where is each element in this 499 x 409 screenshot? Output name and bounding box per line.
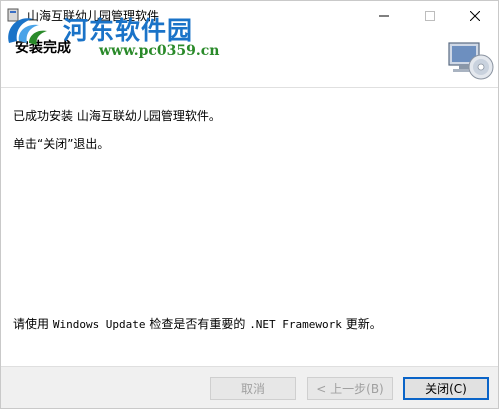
computer-disc-icon <box>448 42 494 80</box>
note-part-3: 更新。 <box>341 317 382 331</box>
exit-instruction: 单击“关闭”退出。 <box>13 137 110 151</box>
watermark-url: www.pc0359.cn <box>99 43 220 59</box>
windows-update-note: 请使用 Windows Update 检查是否有重要的 .NET Framewo… <box>13 315 382 332</box>
button-bar: 取消 < 上一步(B) 关闭(C) <box>1 366 498 408</box>
note-dotnet-framework: .NET Framework <box>249 318 342 331</box>
note-part-2: 检查是否有重要的 <box>145 317 250 331</box>
note-windows-update: Windows Update <box>52 318 146 331</box>
minimize-button[interactable] <box>361 1 407 31</box>
pc0359-logo-icon <box>8 18 47 45</box>
maximize-icon <box>425 11 435 21</box>
success-prefix: 已成功安装 <box>13 109 77 123</box>
success-suffix: 。 <box>208 109 221 123</box>
watermark-site-name: 河东软件园 <box>63 16 194 45</box>
back-button[interactable]: < 上一步(B) <box>307 377 393 400</box>
close-button[interactable]: 关闭(C) <box>403 377 489 400</box>
note-part-1: 请使用 <box>13 317 53 331</box>
cancel-button[interactable]: 取消 <box>210 377 296 400</box>
maximize-button[interactable] <box>407 1 453 31</box>
close-icon <box>470 11 480 21</box>
minimize-icon <box>379 15 389 17</box>
product-name: 山海互联幼儿园管理软件 <box>76 109 209 123</box>
install-success-message: 已成功安装 山海互联幼儿园管理软件。 <box>13 107 221 124</box>
close-window-button[interactable] <box>452 1 498 31</box>
installer-window: 山海互联幼儿园管理软件 安装完成 河东软件园 www.pc0359.cn 已成功… <box>0 0 499 409</box>
